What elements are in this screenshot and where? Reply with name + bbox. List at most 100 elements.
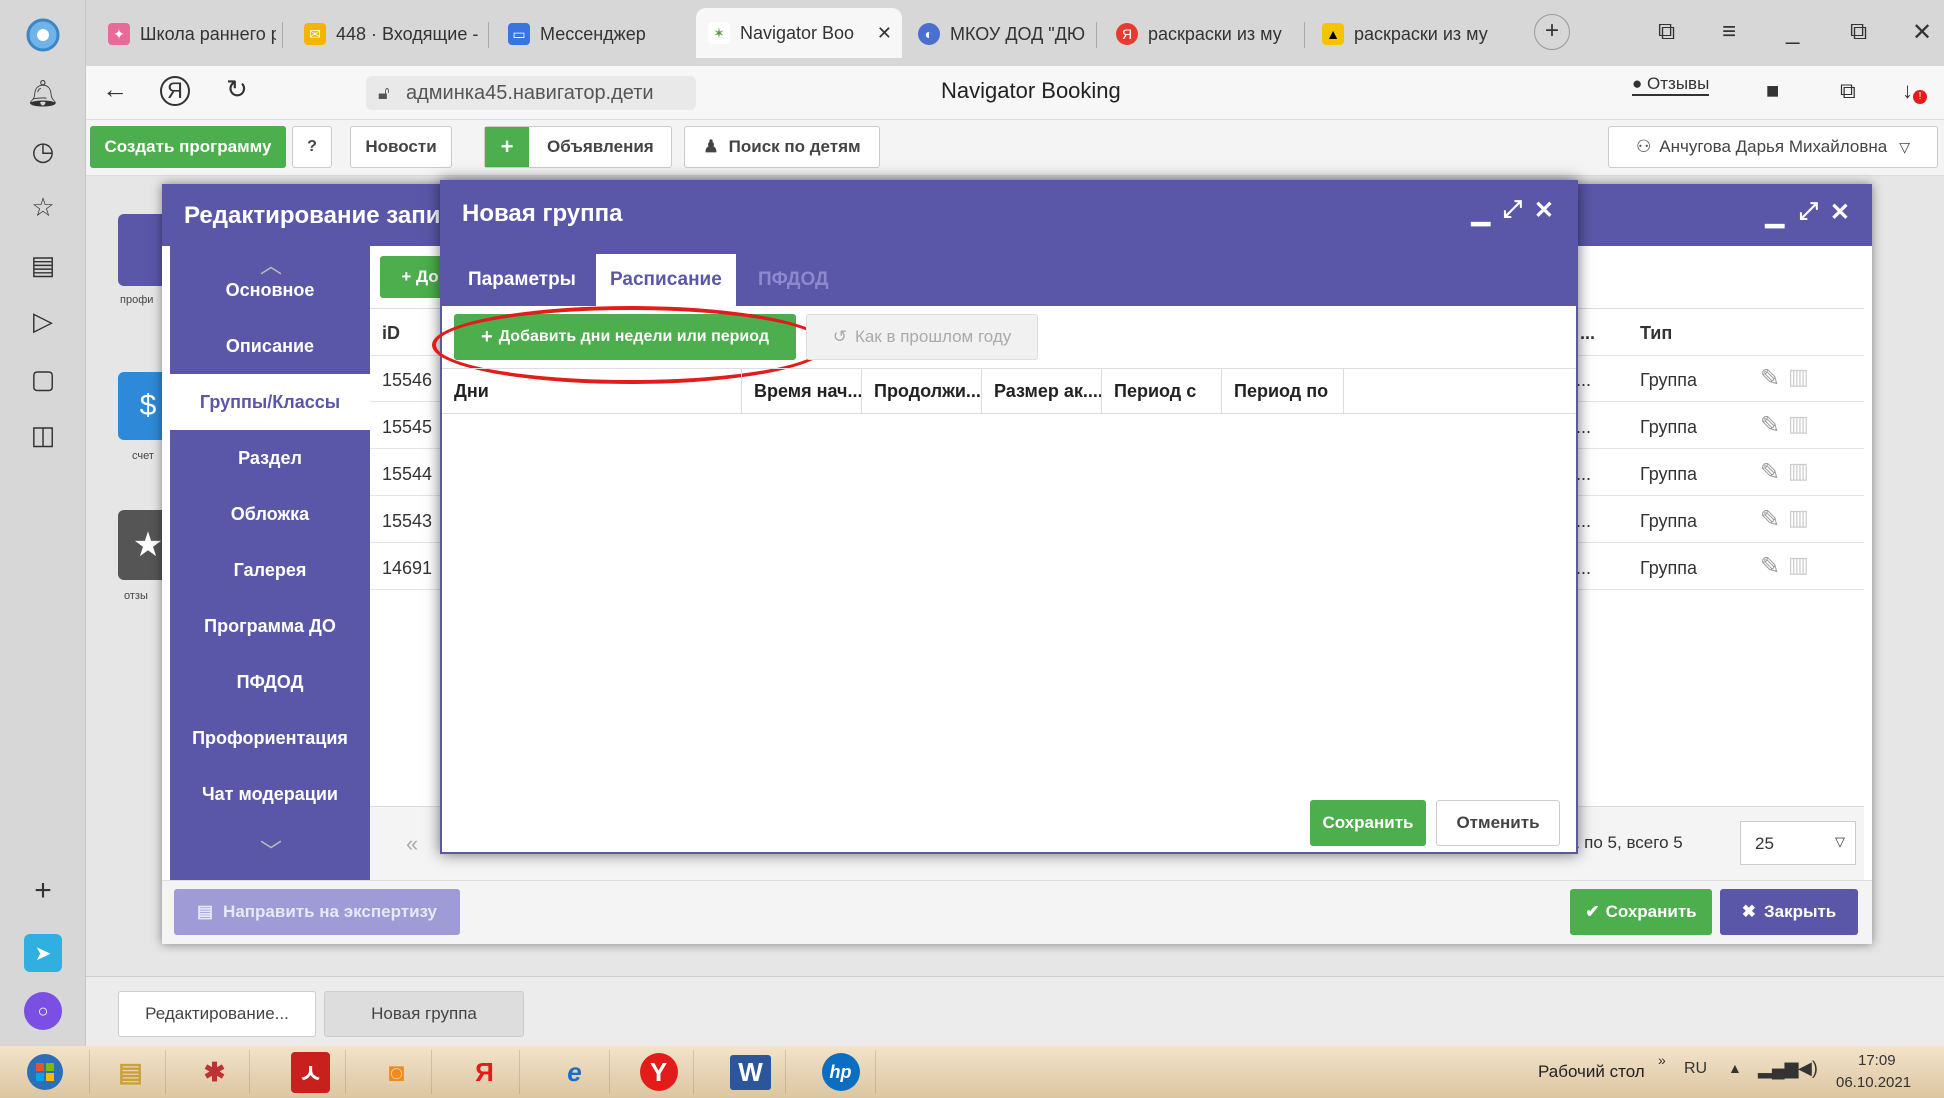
screenshot-icon[interactable]: ◫	[24, 416, 62, 454]
first-page-icon[interactable]: «	[406, 831, 418, 857]
nav-item[interactable]: Описание	[170, 318, 370, 374]
chevron-right-icon[interactable]: »	[1658, 1052, 1666, 1068]
add-days-button[interactable]: + Добавить дни недели или период	[432, 306, 828, 384]
nav-item[interactable]: Чат модерации	[170, 766, 370, 822]
browser-tab[interactable]: Яраскраски из му	[1104, 14, 1300, 54]
send-expertise-button[interactable]: ▤ Направить на экспертизу	[174, 889, 460, 935]
search-children-button[interactable]: ♟ Поиск по детям	[684, 126, 880, 168]
help-icon[interactable]: ?	[292, 126, 332, 168]
edit-icon[interactable]: ✎	[1760, 411, 1780, 440]
language-indicator[interactable]: RU	[1684, 1060, 1707, 1078]
restore-icon[interactable]: ⧉	[1850, 18, 1867, 46]
star-icon[interactable]: ☆	[24, 188, 62, 226]
edit-icon[interactable]: ✎	[1760, 458, 1780, 487]
play-icon[interactable]: ▷	[24, 302, 62, 340]
reload-icon[interactable]: ↻	[226, 74, 248, 105]
page-size-select[interactable]: 25 ▽	[1740, 821, 1856, 865]
new-tab-button[interactable]: +	[1534, 14, 1570, 50]
create-program-button[interactable]: Создать программу	[90, 126, 286, 168]
close-modal-icon[interactable]: ✕	[1534, 196, 1554, 225]
trash-icon[interactable]: ▥	[1788, 458, 1809, 484]
bell-icon[interactable]: 🔔︎	[24, 74, 62, 112]
browser-tab[interactable]: ✉ 448 · Входящие -	[292, 14, 482, 54]
browser-tab[interactable]: ◐ МКОУ ДОД "ДЮ	[906, 14, 1090, 54]
nav-item-active[interactable]: Группы/Классы	[170, 374, 370, 430]
yandex-icon: Я	[1116, 23, 1138, 45]
yandex-home-icon[interactable]: Я	[160, 76, 190, 106]
close-record-button[interactable]: ✖ Закрыть	[1720, 889, 1858, 935]
close-tab-icon[interactable]: ✕	[877, 23, 902, 44]
user-menu[interactable]: ⚇ Анчугова Дарья Михайловна ▽	[1608, 126, 1938, 168]
nav-item[interactable]: ПФДОД	[170, 654, 370, 710]
bookmark-icon[interactable]: ■	[1766, 78, 1779, 104]
browser-tab[interactable]: ✦ Школа раннего р	[96, 14, 276, 54]
yandex-browser-icon[interactable]: Я	[450, 1050, 520, 1094]
nav-item[interactable]: Основное	[170, 262, 370, 318]
hp-icon[interactable]: hp	[806, 1050, 876, 1094]
trash-icon[interactable]: ▥	[1788, 364, 1809, 390]
save-record-button[interactable]: ✔ Сохранить	[1570, 889, 1712, 935]
edit-icon[interactable]: ✎	[1760, 552, 1780, 581]
desktop-toolbar-label[interactable]: Рабочий стол	[1538, 1062, 1645, 1082]
network-icon[interactable]: ▂▄▆	[1758, 1058, 1798, 1079]
close-modal-icon[interactable]: ✕	[1830, 198, 1850, 227]
trash-icon[interactable]: ▥	[1788, 411, 1809, 437]
back-icon[interactable]: ←	[102, 74, 128, 105]
internet-explorer-icon[interactable]: e	[540, 1050, 610, 1094]
trash-icon[interactable]: ▥	[1788, 552, 1809, 578]
nav-item[interactable]: Программа ДО	[170, 598, 370, 654]
edit-icon[interactable]: ✎	[1760, 364, 1780, 393]
add-panel-icon[interactable]: +	[24, 872, 62, 910]
task-edit-record[interactable]: Редактирование...	[118, 991, 316, 1037]
media-icon[interactable]: ◙	[362, 1050, 432, 1094]
browser-tab[interactable]: ▲ раскраски из му	[1310, 14, 1500, 54]
send-icon[interactable]: ➤	[24, 934, 62, 972]
extensions-icon[interactable]: ⧉	[1840, 78, 1856, 104]
calendar-icon[interactable]: ▢	[24, 360, 62, 398]
collections-icon[interactable]: ▤	[24, 246, 62, 284]
chevron-down-icon[interactable]: ﹀	[260, 834, 282, 866]
alice-icon[interactable]: ○	[24, 992, 62, 1030]
word-icon[interactable]: W	[716, 1050, 786, 1094]
announcements-button[interactable]: + Объявления	[484, 126, 672, 168]
expand-modal-icon[interactable]: ⤢	[1799, 198, 1818, 226]
app-icon[interactable]: ✱	[180, 1050, 250, 1094]
save-group-button[interactable]: Сохранить	[1310, 800, 1426, 846]
yandex-icon[interactable]: Y	[624, 1050, 694, 1094]
tab-manager-icon[interactable]: ⧉	[1658, 18, 1675, 46]
history-icon[interactable]: ◷	[24, 132, 62, 170]
url-field[interactable]: 🔓︎ админка45.навигатор.дети	[366, 76, 696, 110]
start-button[interactable]	[0, 1050, 90, 1094]
minimize-modal-icon[interactable]: ▁	[1472, 198, 1490, 227]
tab-parameters[interactable]: Параметры	[454, 254, 590, 306]
expand-modal-icon[interactable]: ⤢	[1503, 196, 1522, 224]
new-group-header: Новая группа ▁ ⤢ ✕ Параметры Расписание …	[442, 182, 1576, 306]
cancel-group-button[interactable]: Отменить	[1436, 800, 1560, 846]
tray-arrow-icon[interactable]: ▲	[1728, 1060, 1742, 1076]
clock-date[interactable]: 06.10.2021	[1836, 1074, 1911, 1091]
clock-time[interactable]: 17:09	[1858, 1052, 1896, 1069]
browser-logo-icon[interactable]	[24, 16, 62, 54]
task-new-group[interactable]: Новая группа	[324, 991, 524, 1037]
nav-item[interactable]: Галерея	[170, 542, 370, 598]
minimize-icon[interactable]: _	[1786, 18, 1799, 46]
nav-item[interactable]: Раздел	[170, 430, 370, 486]
downloads-icon[interactable]: ↓!	[1902, 78, 1927, 104]
like-last-year-button[interactable]: ↺ Как в прошлом году	[806, 314, 1038, 360]
menu-icon[interactable]: ≡	[1722, 18, 1736, 46]
close-window-icon[interactable]: ✕	[1912, 18, 1932, 47]
minimize-modal-icon[interactable]: ▁	[1766, 200, 1784, 229]
reviews-button[interactable]: ● Отзывы	[1632, 74, 1710, 96]
volume-icon[interactable]: ◀)	[1798, 1058, 1818, 1079]
trash-icon[interactable]: ▥	[1788, 505, 1809, 531]
edit-icon[interactable]: ✎	[1760, 505, 1780, 534]
tab-schedule[interactable]: Расписание	[596, 254, 736, 306]
browser-tab[interactable]: ▭ Мессенджер	[496, 14, 676, 54]
nav-item[interactable]: Обложка	[170, 486, 370, 542]
browser-tab-active[interactable]: ✶ Navigator Boo ✕	[696, 8, 902, 58]
news-button[interactable]: Новости	[350, 126, 452, 168]
tab-label: Мессенджер	[540, 23, 646, 44]
file-explorer-icon[interactable]: ▤	[96, 1050, 166, 1094]
nav-item[interactable]: Профориентация	[170, 710, 370, 766]
acrobat-icon[interactable]: ㅅ	[276, 1050, 346, 1094]
